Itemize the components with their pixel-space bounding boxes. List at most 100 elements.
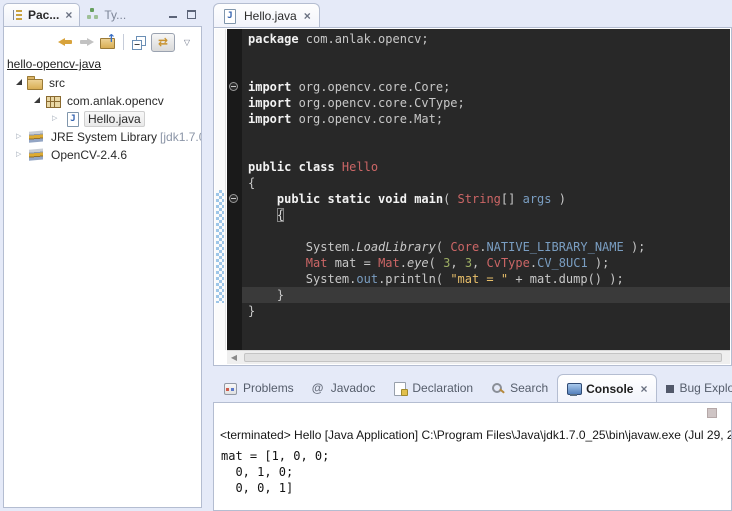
fold-column-cell <box>227 47 242 63</box>
code-token <box>248 192 277 206</box>
tree-item-opencv-2-4-6[interactable]: ▷OpenCV-2.4.6 <box>4 146 201 164</box>
code-token: . <box>530 256 537 270</box>
code-line-1[interactable]: package com.anlak.opencv; <box>227 31 730 47</box>
code-token: { <box>248 176 255 190</box>
library-icon <box>29 147 45 162</box>
tab-label: Bug Explorer <box>679 381 732 395</box>
back-arrow-icon[interactable] <box>58 36 73 48</box>
close-icon[interactable]: × <box>640 382 647 396</box>
code-line-18[interactable]: } <box>227 303 730 319</box>
code-text: public class Hello <box>242 159 730 175</box>
range-indicator <box>216 190 224 303</box>
fold-collapse-icon[interactable] <box>229 194 238 203</box>
tab-declaration[interactable]: Declaration <box>384 374 482 402</box>
fold-collapse-icon[interactable] <box>229 82 238 91</box>
console-output-line: 0, 0, 1] <box>221 480 731 496</box>
code-token: eye <box>407 256 429 270</box>
scroll-left-arrow-icon[interactable]: ◀ <box>227 351 241 364</box>
link-with-editor-icon[interactable] <box>151 33 175 52</box>
code-token: ( <box>429 256 443 270</box>
code-token: ) <box>552 192 566 206</box>
code-token: public class <box>248 160 342 174</box>
editor-tab-hello-java[interactable]: Hello.java × <box>213 3 320 27</box>
code-line-8[interactable] <box>227 143 730 159</box>
fold-column-cell <box>227 191 242 207</box>
tab-javadoc[interactable]: Javadoc <box>303 374 385 402</box>
expand-arrow-icon[interactable]: ▷ <box>52 110 62 128</box>
tab-console[interactable]: Console× <box>557 374 657 402</box>
tab-bug-explorer[interactable]: Bug Explorer <box>657 374 732 402</box>
code-line-11[interactable]: public static void main( String[] args ) <box>227 191 730 207</box>
code-token: ( <box>436 240 450 254</box>
code-token: org.opencv.core.Mat; <box>291 112 443 126</box>
view-menu-icon[interactable]: ▽ <box>181 33 193 52</box>
expand-arrow-icon[interactable]: ▷ <box>16 146 26 164</box>
code-line-15[interactable]: Mat mat = Mat.eye( 3, 3, CvType.CV_8UC1 … <box>227 255 730 271</box>
code-token: { <box>277 208 284 222</box>
code-token: } <box>248 288 284 302</box>
close-icon[interactable]: × <box>65 8 72 22</box>
package-icon <box>45 94 61 108</box>
code-line-7[interactable] <box>227 127 730 143</box>
code-line-6[interactable]: import org.opencv.core.Mat; <box>227 111 730 127</box>
tab-package-explorer[interactable]: Pac... × <box>3 3 80 26</box>
tree-item-com-anlak-opencv[interactable]: com.anlak.opencv <box>4 92 201 110</box>
code-token: main <box>414 192 443 206</box>
code-line-4[interactable]: import org.opencv.core.Core; <box>227 79 730 95</box>
code-lines: package com.anlak.opencv; import org.open… <box>227 31 730 319</box>
console-header: <terminated> Hello [Java Application] C:… <box>220 428 731 442</box>
code-line-5[interactable]: import org.opencv.core.CvType; <box>227 95 730 111</box>
console-output[interactable]: mat = [1, 0, 0; 0, 1, 0; 0, 0, 1] <box>221 448 731 496</box>
fold-column-cell <box>227 207 242 223</box>
code-token: ( <box>443 192 457 206</box>
collapse-arrow-icon[interactable] <box>16 79 22 85</box>
tab-label: Pac... <box>28 8 59 22</box>
code-line-14[interactable]: System.LoadLibrary( Core.NATIVE_LIBRARY_… <box>227 239 730 255</box>
expand-arrow-icon[interactable]: ▷ <box>16 128 26 146</box>
code-token: .println( <box>378 272 450 286</box>
code-text: package com.anlak.opencv; <box>242 31 730 47</box>
code-token: , <box>450 256 464 270</box>
code-line-13[interactable] <box>227 223 730 239</box>
tab-type-hierarchy[interactable]: Ty... <box>80 3 133 26</box>
tree-item-label: src <box>46 75 68 91</box>
code-token: mat = <box>327 256 378 270</box>
forward-arrow-icon[interactable] <box>79 36 94 48</box>
tab-label: Declaration <box>412 381 473 395</box>
tree-item-jre-system-library[interactable]: ▷JRE System Library [jdk1.7.0 <box>4 128 201 146</box>
minimize-icon[interactable] <box>169 9 178 19</box>
collapse-arrow-icon[interactable] <box>34 97 40 103</box>
code-token: ); <box>624 240 646 254</box>
code-token: package <box>248 32 299 46</box>
tab-problems[interactable]: Problems <box>215 374 303 402</box>
code-line-3[interactable] <box>227 63 730 79</box>
close-icon[interactable]: × <box>304 9 311 23</box>
code-line-16[interactable]: System.out.println( "mat = " + mat.dump(… <box>227 271 730 287</box>
code-text: import org.opencv.core.Mat; <box>242 111 730 127</box>
scrollbar-thumb[interactable] <box>244 353 722 362</box>
search-icon <box>491 382 505 395</box>
code-line-10[interactable]: { <box>227 175 730 191</box>
tab-search[interactable]: Search <box>482 374 557 402</box>
code-area[interactable]: package com.anlak.opencv; import org.open… <box>227 29 730 350</box>
fold-column-cell <box>227 303 242 319</box>
code-line-12[interactable]: { <box>227 207 730 223</box>
tree-item-hello-java[interactable]: ▷Hello.java <box>4 110 201 128</box>
horizontal-scrollbar[interactable]: ◀ <box>227 350 730 364</box>
console-panel: ProblemsJavadoc Declaration SearchConsole×… <box>213 374 732 511</box>
collapse-all-icon[interactable] <box>132 36 145 49</box>
code-token: org.opencv.core.Core; <box>291 80 450 94</box>
maximize-icon[interactable] <box>187 10 196 19</box>
code-line-2[interactable] <box>227 47 730 63</box>
fold-column-cell <box>227 79 242 95</box>
code-line-17[interactable]: } <box>227 287 730 303</box>
code-token: NATIVE_LIBRARY_NAME <box>486 240 623 254</box>
go-up-icon[interactable] <box>100 36 115 49</box>
fold-column-cell <box>227 287 242 303</box>
code-token: com.anlak.opencv; <box>299 32 429 46</box>
console-toolbar-button[interactable] <box>707 408 717 418</box>
project-label[interactable]: hello-opencv-java <box>7 57 101 71</box>
code-line-9[interactable]: public class Hello <box>227 159 730 175</box>
fold-column-cell <box>227 127 242 143</box>
tree-item-src[interactable]: src <box>4 74 201 92</box>
